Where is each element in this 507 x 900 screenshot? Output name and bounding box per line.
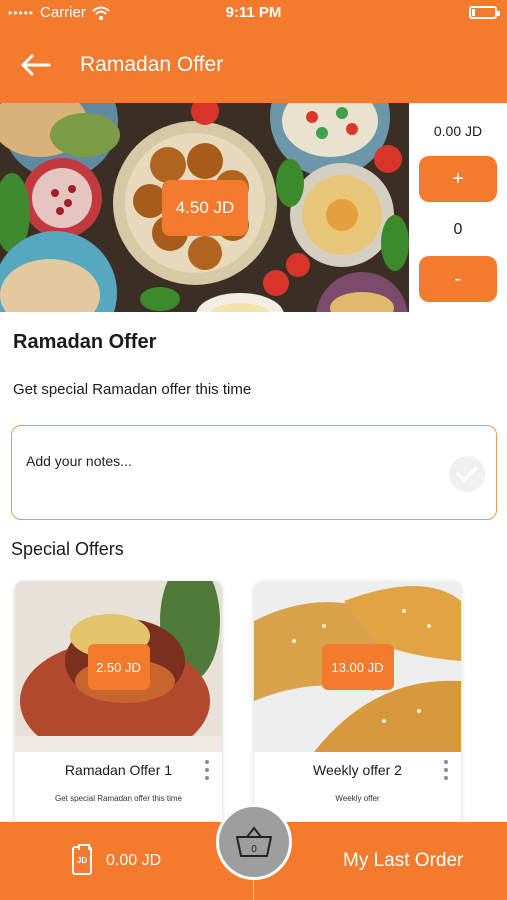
cart-total-button[interactable]: JD 0.00 JD	[72, 844, 162, 875]
offer-price-badge: 2.50 JD	[87, 644, 150, 690]
offer-title: Ramadan Offer 1	[64, 762, 173, 778]
quantity-panel: 0.00 JD + 0 -	[409, 103, 507, 312]
item-total: 0.00 JD	[433, 123, 483, 139]
offer-card[interactable]: 2.50 JD Ramadan Offer 1 Get special Rama…	[15, 581, 222, 826]
receipt-jd-icon: JD	[72, 844, 92, 875]
status-bar: ••••• Carrier 9:11 PM	[0, 0, 507, 26]
offer-title: Weekly offer 2	[313, 762, 402, 778]
product-image: 4.50 JD	[0, 103, 409, 312]
decrease-button[interactable]: -	[419, 256, 497, 302]
my-last-order-button[interactable]: My Last Order	[343, 850, 463, 872]
basket-count: 0	[251, 844, 257, 855]
more-options-icon[interactable]	[442, 758, 450, 782]
offer-subtitle: Weekly offer	[335, 794, 380, 803]
offer-card[interactable]: 13.00 JD Weekly offer 2 Weekly offer	[254, 581, 461, 826]
notes-field[interactable]: Add your notes...	[11, 425, 497, 520]
product-description: Get special Ramadan offer this time	[13, 381, 252, 398]
increase-button[interactable]: +	[419, 156, 497, 202]
check-glyph-icon	[456, 466, 478, 482]
nav-bar: Ramadan Offer	[0, 40, 507, 90]
offer-price-badge: 13.00 JD	[321, 644, 394, 690]
checkmark-icon[interactable]	[449, 456, 485, 492]
app-header: ••••• Carrier 9:11 PM Ramadan Offer	[0, 0, 507, 103]
basket-button[interactable]: 0	[216, 804, 292, 880]
hero-price-badge: 4.50 JD	[162, 180, 248, 236]
special-offers-heading: Special Offers	[11, 539, 124, 559]
arrow-left-icon	[21, 54, 51, 76]
battery-icon	[469, 6, 500, 19]
offer-subtitle: Get special Ramadan offer this time	[54, 794, 183, 803]
cart-total: 0.00 JD	[106, 851, 162, 869]
status-time: 9:11 PM	[225, 4, 282, 21]
notes-placeholder: Add your notes...	[26, 453, 132, 469]
back-button[interactable]	[0, 40, 70, 90]
quantity-count: 0	[453, 221, 463, 238]
more-options-icon[interactable]	[203, 758, 211, 782]
page-title: Ramadan Offer	[80, 53, 224, 76]
product-title: Ramadan Offer	[13, 331, 157, 353]
